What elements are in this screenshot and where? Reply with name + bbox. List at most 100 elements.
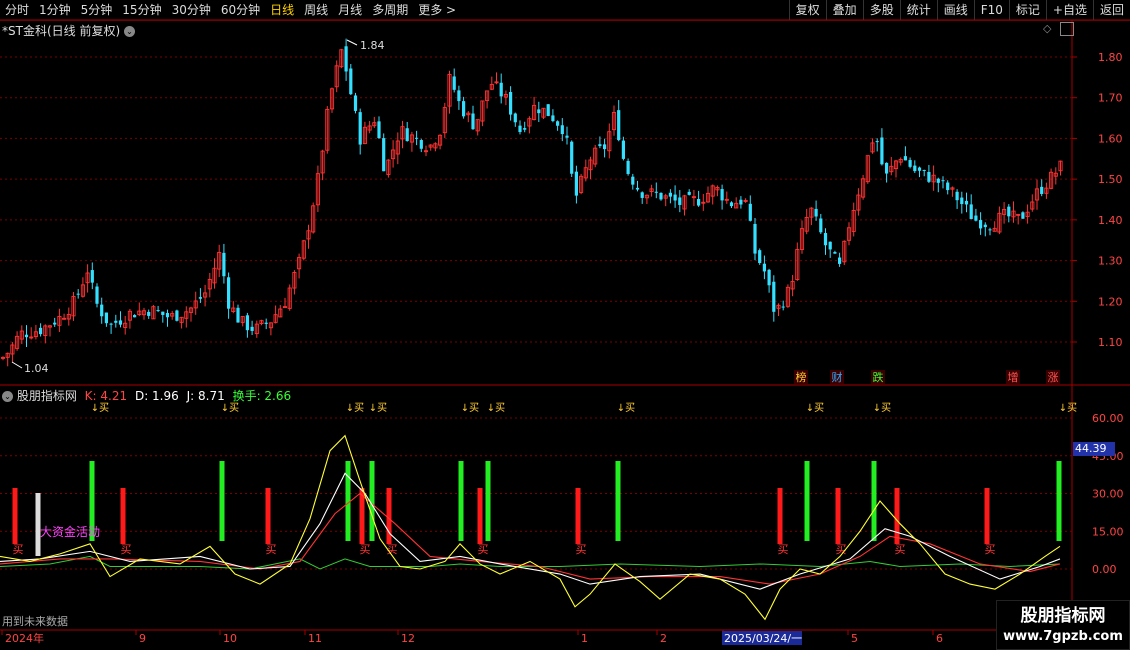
candle-body-down	[509, 92, 513, 115]
candle-body-down	[165, 313, 170, 318]
price-tick-label: 1.80	[1098, 51, 1123, 64]
candle-body-down	[631, 176, 635, 185]
candle-body-down	[673, 194, 677, 201]
current-value-box: 44.39	[1073, 442, 1115, 456]
candle-body-down	[946, 182, 950, 191]
candle-body-down	[960, 197, 964, 205]
candle-body-down	[941, 180, 945, 182]
future-data-note: 用到未来数据	[2, 615, 68, 628]
chart-title: *ST金科(日线 前复权)	[2, 24, 121, 38]
candle-body-down	[603, 144, 607, 150]
chevron-down-icon[interactable]: ⌄	[2, 391, 13, 402]
buy-label: 买	[266, 543, 277, 556]
candle-body-down	[537, 109, 541, 114]
d-line	[0, 492, 1061, 585]
candle-body-down	[635, 187, 640, 190]
buy-signal-bar	[219, 461, 225, 541]
candle-body-down	[753, 223, 757, 254]
high-marker-line	[346, 39, 358, 46]
candle-body-down	[1007, 206, 1011, 217]
candle-body-down	[964, 200, 969, 205]
buy-label: 买	[985, 543, 996, 556]
candle-body-down	[222, 252, 226, 277]
candle-body-down	[814, 208, 818, 217]
candle-body-down	[767, 269, 771, 286]
candle-body-down	[885, 162, 889, 174]
candle-body-down	[245, 315, 249, 331]
candle-body-down	[264, 322, 268, 324]
chart-title-row: *ST金科(日线 前复权) ⌄	[2, 22, 135, 39]
indicator-tick-label: 0.00	[1092, 563, 1117, 576]
event-tag-4: 涨	[1048, 371, 1059, 384]
candle-body-down	[419, 140, 423, 149]
x-axis-label: 5	[851, 632, 858, 645]
candle-body-down	[570, 141, 574, 174]
candle-body-down	[109, 323, 113, 325]
candle-body-down	[118, 320, 123, 325]
candle-body-down	[828, 241, 832, 250]
buy-signal-bar	[1056, 461, 1062, 541]
candle-body-down	[880, 137, 884, 165]
candle-body-down	[574, 171, 578, 196]
candle-body-down	[95, 286, 99, 304]
buy-label: 买	[121, 543, 132, 556]
candle-body-down	[452, 76, 456, 90]
buy-label: 买	[576, 543, 587, 556]
event-tag-2: 跌	[873, 370, 884, 384]
buy-label: 买	[895, 543, 906, 556]
d-value: D: 1.96	[134, 389, 179, 403]
buy-signal-bar	[458, 461, 464, 541]
event-tag-3: 增	[1008, 370, 1019, 384]
candle-body-down	[513, 113, 517, 123]
sell-signal-bar	[575, 488, 581, 544]
candle-body-down	[833, 252, 837, 254]
buy-arrow-marker: ↓买	[617, 402, 635, 414]
buy-signal-bar	[804, 461, 810, 541]
candle-body-down	[114, 320, 118, 323]
buy-signal-bar	[615, 461, 621, 541]
candle-body-down	[979, 220, 983, 229]
buy-arrow-marker: ↓买	[487, 402, 505, 414]
candle-body-down	[974, 215, 978, 221]
candle-body-down	[462, 101, 466, 117]
buy-arrow-marker: ↓买	[1059, 402, 1077, 414]
candle-body-down	[903, 156, 907, 161]
indicator-tick-label: 30.00	[1092, 488, 1124, 501]
x-axis-label: 6	[936, 632, 943, 645]
panel-toggle-icon[interactable]	[1060, 22, 1074, 36]
candle-body-down	[917, 167, 922, 171]
candle-body-down	[523, 128, 527, 130]
diamond-icon[interactable]: ◇	[1043, 22, 1051, 35]
candle-body-down	[353, 95, 358, 111]
candle-body-down	[471, 113, 475, 130]
candle-body-down	[875, 141, 879, 143]
candle-body-down	[927, 171, 931, 182]
candle-body-down	[969, 204, 973, 220]
candle-body-down	[720, 189, 724, 201]
candle-body-down	[39, 327, 43, 335]
sell-signal-bar	[984, 488, 990, 544]
event-tag-0: 榜	[796, 370, 807, 384]
candle-body-down	[349, 68, 353, 95]
candle-body-down	[626, 160, 630, 174]
price-tick-label: 1.50	[1098, 173, 1123, 186]
candle-body-down	[819, 218, 823, 233]
x-axis-label: 10	[223, 632, 237, 645]
candle-body-down	[762, 263, 766, 272]
stock-chart[interactable]: 1.10 1.20 1.30 1.40 1.50 1.60 1.70 1.80 1.84 1.04…	[0, 0, 1130, 650]
candle-body-down	[156, 310, 160, 312]
j-value: J: 8.71	[186, 389, 225, 403]
candle-body-down	[781, 306, 785, 308]
candle-body-down	[175, 310, 179, 321]
buy-signal-bar	[345, 461, 351, 541]
turnover-value: 换手: 2.66	[232, 389, 292, 403]
x-axis-label: 2024年	[5, 631, 44, 645]
candle-body-down	[250, 326, 254, 331]
buy-arrow-marker: ↓买	[461, 402, 479, 414]
x-axis-label: 9	[139, 632, 146, 645]
price-tick-label: 1.60	[1098, 132, 1123, 145]
candle-body-down	[358, 112, 362, 145]
chevron-down-icon[interactable]: ⌄	[123, 26, 135, 37]
site-watermark: 股朋指标网 www.7gpzb.com	[996, 600, 1130, 650]
buy-arrow-marker: ↓买	[346, 402, 364, 414]
